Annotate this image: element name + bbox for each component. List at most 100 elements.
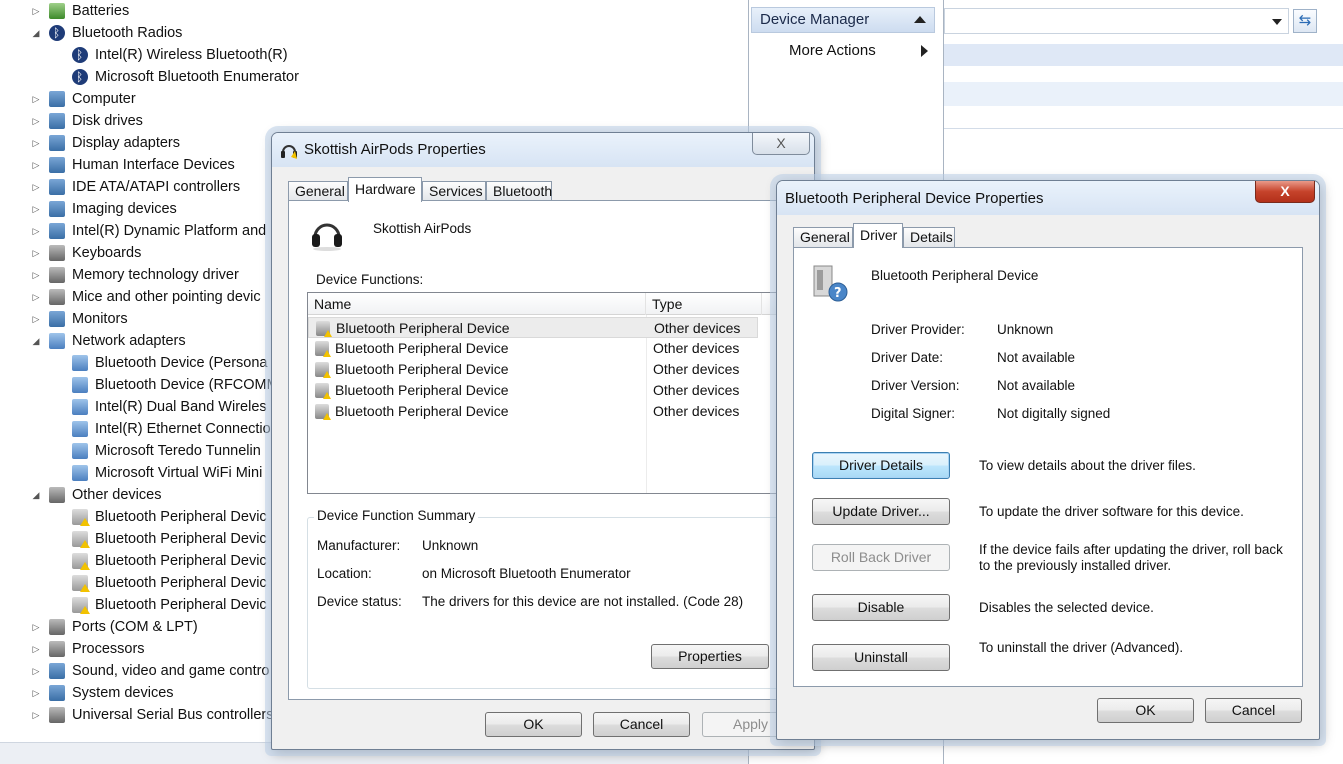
tree-item-label: Microsoft Virtual WiFi Mini (95, 465, 263, 481)
actions-header-label: Device Manager (760, 11, 870, 28)
close-button[interactable]: X (1255, 181, 1315, 203)
update-driver-button[interactable]: Update Driver... (812, 498, 950, 525)
column-header-name[interactable]: Name (308, 293, 646, 315)
expanded-arrow-icon[interactable]: ◢ (31, 330, 41, 352)
collapsed-arrow-icon[interactable]: ▷ (31, 110, 41, 132)
network-adapter-icon (72, 355, 88, 371)
title-bar[interactable]: Bluetooth Peripheral Device Properties X (777, 181, 1319, 215)
collapsed-arrow-icon[interactable]: ▷ (31, 242, 41, 264)
memory-icon (49, 267, 65, 283)
mouse-icon (49, 289, 65, 305)
divider (944, 128, 1343, 129)
dropdown-arrow-icon[interactable] (1272, 19, 1282, 25)
properties-button[interactable]: Properties (651, 644, 769, 669)
tree-item-label: Other devices (72, 487, 162, 503)
collapsed-arrow-icon[interactable]: ▷ (31, 616, 41, 638)
monitor-icon (49, 311, 65, 327)
tree-item-label: Computer (72, 91, 136, 107)
uninstall-button[interactable]: Uninstall (812, 644, 950, 671)
port-icon (49, 619, 65, 635)
chip-icon (49, 223, 65, 239)
tree-item-label: Mice and other pointing devic (72, 289, 261, 305)
expanded-arrow-icon[interactable]: ◢ (31, 22, 41, 44)
collapsed-arrow-icon[interactable]: ▷ (31, 220, 41, 242)
disable-description: Disables the selected device. (979, 600, 1154, 615)
table-row[interactable]: Bluetooth Peripheral Device Other device… (308, 401, 776, 422)
list-header: Name Type (308, 293, 776, 315)
tree-item-label: Intel(R) Ethernet Connectio (95, 421, 271, 437)
collapsed-arrow-icon[interactable]: ▷ (31, 132, 41, 154)
cancel-button[interactable]: Cancel (1205, 698, 1302, 723)
tab-general[interactable]: General (793, 227, 853, 247)
network-adapter-icon (72, 421, 88, 437)
tree-item-label: Bluetooth Peripheral Devic (95, 575, 267, 591)
row-name: Bluetooth Peripheral Device (335, 361, 509, 377)
collapsed-arrow-icon[interactable]: ▷ (31, 286, 41, 308)
tree-item-label: Bluetooth Peripheral Devic (95, 597, 267, 613)
address-bar[interactable] (944, 8, 1289, 34)
collapsed-arrow-icon[interactable]: ▷ (31, 660, 41, 682)
tree-item-label: Bluetooth Peripheral Devic (95, 531, 267, 547)
column-header-type[interactable]: Type (646, 293, 762, 315)
tree-item-label: System devices (72, 685, 174, 701)
bluetooth-peripheral-properties-dialog: Bluetooth Peripheral Device Properties X… (776, 180, 1320, 740)
disable-button[interactable]: Disable (812, 594, 950, 621)
row-name: Bluetooth Peripheral Device (336, 320, 510, 336)
warning-device-icon (315, 341, 331, 357)
collapsed-arrow-icon[interactable]: ▷ (31, 154, 41, 176)
collapse-up-icon[interactable] (914, 16, 926, 23)
table-row[interactable]: Bluetooth Peripheral Device Other device… (308, 317, 758, 338)
collapsed-arrow-icon[interactable]: ▷ (31, 88, 41, 110)
display-adapter-icon (49, 135, 65, 151)
warning-device-icon (72, 509, 90, 526)
device-name: Bluetooth Peripheral Device (871, 268, 1039, 283)
title-bar[interactable]: Skottish AirPods Properties X (272, 133, 814, 167)
collapsed-arrow-icon[interactable]: ▷ (31, 176, 41, 198)
tab-services[interactable]: Services (422, 181, 486, 201)
row-type: Other devices (653, 361, 740, 377)
tab-bluetooth[interactable]: Bluetooth (486, 181, 552, 201)
collapsed-arrow-icon[interactable]: ▷ (31, 682, 41, 704)
hardware-tab-page: Skottish AirPods Device Functions: Name … (288, 200, 808, 700)
tab-strip: General Driver Details (793, 223, 1053, 248)
table-row[interactable]: Bluetooth Peripheral Device Other device… (308, 338, 776, 359)
tree-item-label: Universal Serial Bus controllers (72, 707, 274, 723)
collapsed-arrow-icon[interactable]: ▷ (31, 704, 41, 726)
tab-hardware[interactable]: Hardware (348, 177, 422, 202)
tab-details[interactable]: Details (903, 227, 955, 247)
collapsed-arrow-icon[interactable]: ▷ (31, 198, 41, 220)
more-actions-item[interactable]: More Actions (789, 40, 876, 62)
driver-details-button[interactable]: Driver Details (812, 452, 950, 479)
collapsed-arrow-icon[interactable]: ▷ (31, 0, 41, 22)
collapsed-arrow-icon[interactable]: ▷ (31, 308, 41, 330)
tree-item-label: Keyboards (72, 245, 142, 261)
keyboard-icon (49, 245, 65, 261)
tree-item-label: Display adapters (72, 135, 180, 151)
expanded-arrow-icon[interactable]: ◢ (31, 484, 41, 506)
roll-back-driver-button[interactable]: Roll Back Driver (812, 544, 950, 571)
usb-icon (49, 707, 65, 723)
collapsed-arrow-icon[interactable]: ▷ (31, 264, 41, 286)
refresh-icon[interactable]: ⇆ (1293, 9, 1317, 33)
dialog-title: Skottish AirPods Properties (304, 141, 486, 158)
ok-button[interactable]: OK (1097, 698, 1194, 723)
close-button[interactable]: X (752, 133, 810, 155)
ok-button[interactable]: OK (485, 712, 582, 737)
roll-back-driver-description: If the device fails after updating the d… (979, 542, 1283, 573)
row-name: Bluetooth Peripheral Device (335, 382, 509, 398)
tree-item-label: Sound, video and game contro (72, 663, 270, 679)
table-row[interactable]: Bluetooth Peripheral Device Other device… (308, 380, 776, 401)
tree-item-label: Intel(R) Wireless Bluetooth(R) (95, 47, 288, 63)
collapsed-arrow-icon[interactable]: ▷ (31, 638, 41, 660)
bluetooth-icon (49, 22, 65, 44)
driver-provider-label: Driver Provider: (871, 322, 965, 337)
dialog-title: Bluetooth Peripheral Device Properties (785, 190, 1044, 207)
tree-item-label: Human Interface Devices (72, 157, 235, 173)
device-functions-list[interactable]: Name Type Bluetooth Peripheral Device Ot… (307, 292, 777, 494)
sound-icon (49, 663, 65, 679)
table-row[interactable]: Bluetooth Peripheral Device Other device… (308, 359, 776, 380)
cancel-button[interactable]: Cancel (593, 712, 690, 737)
tab-general[interactable]: General (288, 181, 348, 201)
tab-driver[interactable]: Driver (853, 223, 903, 248)
actions-header-device-manager[interactable]: Device Manager (751, 7, 935, 33)
